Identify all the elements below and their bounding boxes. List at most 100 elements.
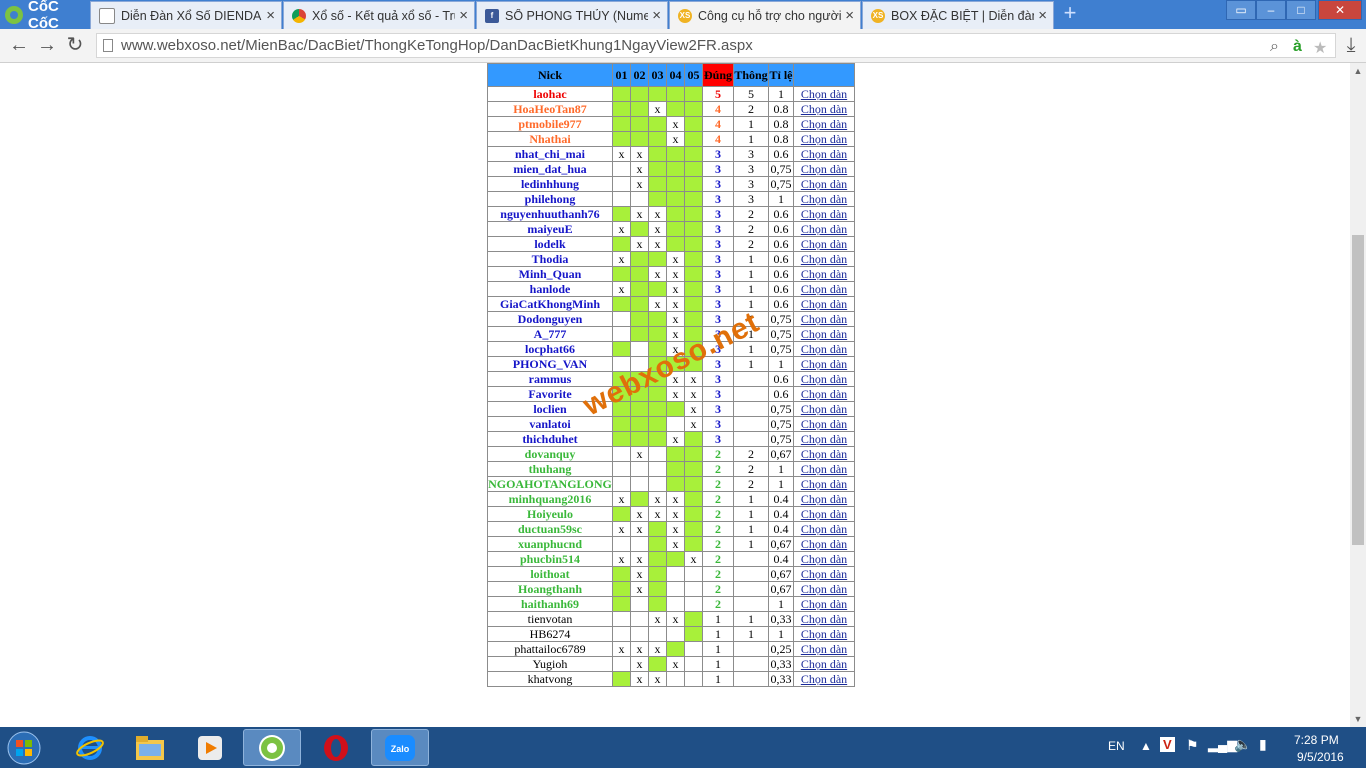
chon-dan-link[interactable]: Chọn dàn	[801, 372, 847, 386]
close-window-button[interactable]: ✕	[1318, 0, 1362, 20]
chon-dan-link[interactable]: Chọn dàn	[801, 477, 847, 491]
chon-dan-link[interactable]: Chọn dàn	[801, 672, 847, 686]
chon-dan-link[interactable]: Chọn dàn	[801, 432, 847, 446]
close-tab-icon[interactable]: ×	[1038, 7, 1047, 24]
clock-date[interactable]: 9/5/2016	[1297, 750, 1344, 764]
chon-dan-link[interactable]: Chọn dàn	[801, 447, 847, 461]
digit-cell-05	[684, 206, 703, 222]
chon-dan-link[interactable]: Chọn dàn	[801, 132, 847, 146]
back-arrow-icon[interactable]: ←	[8, 34, 30, 56]
windows-start-icon[interactable]	[2, 728, 46, 768]
opera-icon[interactable]	[307, 729, 365, 766]
scroll-down-arrow-icon[interactable]: ▼	[1350, 711, 1366, 727]
chon-dan-link[interactable]: Chọn dàn	[801, 327, 847, 341]
tile-cell: 0,67	[768, 446, 794, 462]
chon-dan-link[interactable]: Chọn dàn	[801, 252, 847, 266]
nick-cell: thichduhet	[487, 431, 613, 447]
tile-cell: 0.6	[768, 386, 794, 402]
download-icon[interactable]: ⤓	[1340, 34, 1362, 56]
thong-cell: 1	[733, 116, 769, 132]
chon-dan-link[interactable]: Chọn dàn	[801, 567, 847, 581]
chon-dan-link[interactable]: Chọn dàn	[801, 387, 847, 401]
chon-dan-link[interactable]: Chọn dàn	[801, 522, 847, 536]
chon-dan-link[interactable]: Chọn dàn	[801, 357, 847, 371]
chon-dan-link[interactable]: Chọn dàn	[801, 282, 847, 296]
scroll-up-arrow-icon[interactable]: ▲	[1350, 63, 1366, 79]
user-menu-button[interactable]: ▭	[1226, 0, 1256, 20]
network-signal-icon[interactable]: ▂▄▆	[1208, 737, 1237, 753]
nick-cell: A_777	[487, 326, 613, 342]
coccoc-icon[interactable]	[243, 729, 301, 766]
chon-dan-link[interactable]: Chọn dàn	[801, 87, 847, 101]
action-center-flag-icon[interactable]: ⚑	[1186, 737, 1199, 754]
chon-dan-link[interactable]: Chọn dàn	[801, 492, 847, 506]
dung-cell: 3	[702, 176, 734, 192]
thong-cell: 3	[733, 176, 769, 192]
digit-cell-04	[666, 596, 685, 612]
minimize-button[interactable]: –	[1256, 0, 1286, 20]
chon-dan-link[interactable]: Chọn dàn	[801, 507, 847, 521]
chon-dan-link[interactable]: Chọn dàn	[801, 237, 847, 251]
table-row: loithoat x 2 0,67 Chọn dàn	[487, 566, 855, 582]
chon-dan-link[interactable]: Chọn dàn	[801, 312, 847, 326]
maximize-button[interactable]: □	[1286, 0, 1316, 20]
browser-tab[interactable]: XS Công cụ hỗ trợ cho người ×	[669, 1, 861, 29]
chon-dan-link[interactable]: Chọn dàn	[801, 117, 847, 131]
close-tab-icon[interactable]: ×	[845, 7, 854, 24]
chon-dan-link[interactable]: Chọn dàn	[801, 147, 847, 161]
address-bar[interactable]: www.webxoso.net/MienBac/DacBiet/ThongKeT…	[96, 33, 1336, 58]
chon-dan-link[interactable]: Chọn dàn	[801, 597, 847, 611]
volume-icon[interactable]: 🔈	[1234, 736, 1251, 753]
chon-dan-link[interactable]: Chọn dàn	[801, 417, 847, 431]
file-explorer-icon[interactable]	[121, 729, 179, 766]
close-tab-icon[interactable]: ×	[266, 7, 275, 24]
chon-dan-link[interactable]: Chọn dàn	[801, 207, 847, 221]
internet-explorer-icon[interactable]	[61, 729, 119, 766]
chon-dan-link[interactable]: Chọn dàn	[801, 552, 847, 566]
chon-dan-link[interactable]: Chọn dàn	[801, 192, 847, 206]
chon-dan-link[interactable]: Chọn dàn	[801, 627, 847, 641]
vietnamese-input-icon[interactable]: à	[1293, 38, 1302, 56]
browser-logo[interactable]: CốC CốC	[0, 0, 89, 32]
chon-dan-link[interactable]: Chọn dàn	[801, 657, 847, 671]
chon-dan-link[interactable]: Chọn dàn	[801, 162, 847, 176]
close-tab-icon[interactable]: ×	[652, 7, 661, 24]
digit-cell-03: x	[648, 236, 667, 252]
dung-cell: 2	[702, 551, 734, 567]
bookmark-star-icon[interactable]: ★	[1313, 38, 1327, 58]
forward-arrow-icon[interactable]: →	[36, 34, 58, 56]
chon-dan-link[interactable]: Chọn dàn	[801, 297, 847, 311]
dung-cell: 2	[702, 566, 734, 582]
chon-dan-link[interactable]: Chọn dàn	[801, 402, 847, 416]
tile-cell: 0.4	[768, 521, 794, 537]
browser-tab[interactable]: XS BOX ĐẶC BIỆT | Diễn đàn ×	[862, 1, 1054, 29]
chon-dan-link[interactable]: Chọn dàn	[801, 582, 847, 596]
chon-dan-link[interactable]: Chọn dàn	[801, 342, 847, 356]
chon-dan-link[interactable]: Chọn dàn	[801, 177, 847, 191]
zoom-search-icon[interactable]: ⌕	[1270, 38, 1279, 56]
media-player-icon[interactable]	[181, 729, 239, 766]
new-tab-button[interactable]: +	[1058, 2, 1082, 25]
chon-dan-link[interactable]: Chọn dàn	[801, 462, 847, 476]
chon-dan-link[interactable]: Chọn dàn	[801, 102, 847, 116]
show-hidden-icons-icon[interactable]: ▲	[1140, 739, 1152, 753]
digit-cell-05	[684, 86, 703, 102]
vertical-scrollbar[interactable]: ▲ ▼	[1350, 63, 1366, 727]
browser-tab[interactable]: f SỐ PHONG THỦY (Numero ×	[476, 1, 668, 29]
url-text[interactable]: www.webxoso.net/MienBac/DacBiet/ThongKeT…	[121, 37, 753, 54]
browser-tab[interactable]: Xổ số - Kết quả xổ số - Trự ×	[283, 1, 475, 29]
zalo-icon[interactable]: Zalo	[371, 729, 429, 766]
chon-dan-link[interactable]: Chọn dàn	[801, 222, 847, 236]
reload-icon[interactable]: ↻	[64, 34, 86, 56]
chon-dan-link[interactable]: Chọn dàn	[801, 267, 847, 281]
language-indicator[interactable]: EN	[1108, 739, 1125, 753]
scroll-thumb[interactable]	[1352, 235, 1364, 545]
chon-dan-link[interactable]: Chọn dàn	[801, 537, 847, 551]
chon-dan-link[interactable]: Chọn dàn	[801, 642, 847, 656]
chon-dan-link[interactable]: Chọn dàn	[801, 612, 847, 626]
antivirus-tray-icon[interactable]: V	[1160, 737, 1175, 752]
browser-tab[interactable]: Diễn Đàn Xổ Số DIENDAN ×	[90, 1, 282, 29]
clock-time[interactable]: 7:28 PM	[1294, 733, 1339, 747]
battery-icon[interactable]: ▮	[1259, 736, 1267, 753]
close-tab-icon[interactable]: ×	[459, 7, 468, 24]
